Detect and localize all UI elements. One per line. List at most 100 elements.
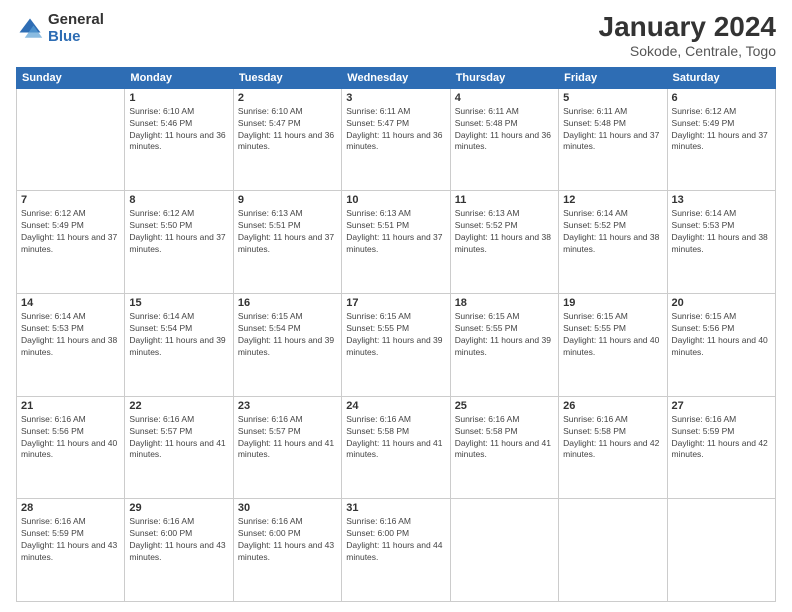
day-cell: 10 Sunrise: 6:13 AMSunset: 5:51 PMDaylig… [342, 191, 450, 294]
day-cell: 16 Sunrise: 6:15 AMSunset: 5:54 PMDaylig… [233, 294, 341, 397]
day-number: 17 [346, 297, 445, 309]
day-cell: 9 Sunrise: 6:13 AMSunset: 5:51 PMDayligh… [233, 191, 341, 294]
day-detail: Sunrise: 6:16 AMSunset: 5:58 PMDaylight:… [455, 414, 554, 462]
day-cell [450, 499, 558, 602]
day-cell: 12 Sunrise: 6:14 AMSunset: 5:52 PMDaylig… [559, 191, 667, 294]
day-detail: Sunrise: 6:16 AMSunset: 5:59 PMDaylight:… [672, 414, 771, 462]
day-cell: 31 Sunrise: 6:16 AMSunset: 6:00 PMDaylig… [342, 499, 450, 602]
day-cell: 18 Sunrise: 6:15 AMSunset: 5:55 PMDaylig… [450, 294, 558, 397]
day-cell: 11 Sunrise: 6:13 AMSunset: 5:52 PMDaylig… [450, 191, 558, 294]
day-cell: 23 Sunrise: 6:16 AMSunset: 5:57 PMDaylig… [233, 396, 341, 499]
day-number: 10 [346, 194, 445, 206]
day-number: 8 [129, 194, 228, 206]
week-row-1: 1 Sunrise: 6:10 AMSunset: 5:46 PMDayligh… [17, 88, 776, 191]
day-detail: Sunrise: 6:16 AMSunset: 5:58 PMDaylight:… [563, 414, 662, 462]
day-detail: Sunrise: 6:11 AMSunset: 5:47 PMDaylight:… [346, 106, 445, 154]
day-cell: 4 Sunrise: 6:11 AMSunset: 5:48 PMDayligh… [450, 88, 558, 191]
day-cell [17, 88, 125, 191]
day-number: 3 [346, 92, 445, 104]
col-thursday: Thursday [450, 67, 558, 88]
day-number: 1 [129, 92, 228, 104]
day-detail: Sunrise: 6:16 AMSunset: 5:57 PMDaylight:… [238, 414, 337, 462]
day-cell: 19 Sunrise: 6:15 AMSunset: 5:55 PMDaylig… [559, 294, 667, 397]
day-number: 24 [346, 400, 445, 412]
day-number: 9 [238, 194, 337, 206]
logo-text: General Blue [48, 12, 104, 45]
day-detail: Sunrise: 6:12 AMSunset: 5:49 PMDaylight:… [21, 208, 120, 256]
day-number: 13 [672, 194, 771, 206]
day-detail: Sunrise: 6:15 AMSunset: 5:55 PMDaylight:… [346, 311, 445, 359]
day-detail: Sunrise: 6:12 AMSunset: 5:49 PMDaylight:… [672, 106, 771, 154]
day-detail: Sunrise: 6:14 AMSunset: 5:52 PMDaylight:… [563, 208, 662, 256]
col-friday: Friday [559, 67, 667, 88]
day-cell: 30 Sunrise: 6:16 AMSunset: 6:00 PMDaylig… [233, 499, 341, 602]
col-wednesday: Wednesday [342, 67, 450, 88]
day-detail: Sunrise: 6:16 AMSunset: 5:56 PMDaylight:… [21, 414, 120, 462]
day-cell [559, 499, 667, 602]
day-cell: 14 Sunrise: 6:14 AMSunset: 5:53 PMDaylig… [17, 294, 125, 397]
day-cell [667, 499, 775, 602]
day-number: 28 [21, 502, 120, 514]
logo-blue-text: Blue [48, 29, 104, 46]
day-detail: Sunrise: 6:15 AMSunset: 5:54 PMDaylight:… [238, 311, 337, 359]
day-detail: Sunrise: 6:15 AMSunset: 5:55 PMDaylight:… [455, 311, 554, 359]
header-row: Sunday Monday Tuesday Wednesday Thursday… [17, 67, 776, 88]
day-detail: Sunrise: 6:16 AMSunset: 6:00 PMDaylight:… [129, 516, 228, 564]
page: General Blue January 2024 Sokode, Centra… [0, 0, 792, 612]
day-number: 23 [238, 400, 337, 412]
logo: General Blue [16, 12, 104, 45]
day-number: 4 [455, 92, 554, 104]
day-detail: Sunrise: 6:14 AMSunset: 5:54 PMDaylight:… [129, 311, 228, 359]
subtitle: Sokode, Centrale, Togo [599, 43, 776, 59]
day-number: 14 [21, 297, 120, 309]
day-number: 30 [238, 502, 337, 514]
day-number: 2 [238, 92, 337, 104]
week-row-4: 21 Sunrise: 6:16 AMSunset: 5:56 PMDaylig… [17, 396, 776, 499]
day-number: 25 [455, 400, 554, 412]
day-detail: Sunrise: 6:12 AMSunset: 5:50 PMDaylight:… [129, 208, 228, 256]
col-saturday: Saturday [667, 67, 775, 88]
day-number: 15 [129, 297, 228, 309]
day-cell: 22 Sunrise: 6:16 AMSunset: 5:57 PMDaylig… [125, 396, 233, 499]
day-cell: 26 Sunrise: 6:16 AMSunset: 5:58 PMDaylig… [559, 396, 667, 499]
week-row-2: 7 Sunrise: 6:12 AMSunset: 5:49 PMDayligh… [17, 191, 776, 294]
day-detail: Sunrise: 6:16 AMSunset: 5:57 PMDaylight:… [129, 414, 228, 462]
day-number: 18 [455, 297, 554, 309]
day-detail: Sunrise: 6:14 AMSunset: 5:53 PMDaylight:… [672, 208, 771, 256]
day-detail: Sunrise: 6:16 AMSunset: 6:00 PMDaylight:… [238, 516, 337, 564]
col-sunday: Sunday [17, 67, 125, 88]
day-number: 21 [21, 400, 120, 412]
day-detail: Sunrise: 6:13 AMSunset: 5:51 PMDaylight:… [346, 208, 445, 256]
day-cell: 5 Sunrise: 6:11 AMSunset: 5:48 PMDayligh… [559, 88, 667, 191]
week-row-3: 14 Sunrise: 6:14 AMSunset: 5:53 PMDaylig… [17, 294, 776, 397]
day-cell: 21 Sunrise: 6:16 AMSunset: 5:56 PMDaylig… [17, 396, 125, 499]
day-cell: 3 Sunrise: 6:11 AMSunset: 5:47 PMDayligh… [342, 88, 450, 191]
day-detail: Sunrise: 6:16 AMSunset: 5:58 PMDaylight:… [346, 414, 445, 462]
day-detail: Sunrise: 6:14 AMSunset: 5:53 PMDaylight:… [21, 311, 120, 359]
col-tuesday: Tuesday [233, 67, 341, 88]
calendar-table: Sunday Monday Tuesday Wednesday Thursday… [16, 67, 776, 602]
day-detail: Sunrise: 6:16 AMSunset: 5:59 PMDaylight:… [21, 516, 120, 564]
week-row-5: 28 Sunrise: 6:16 AMSunset: 5:59 PMDaylig… [17, 499, 776, 602]
day-number: 11 [455, 194, 554, 206]
day-number: 7 [21, 194, 120, 206]
day-cell: 17 Sunrise: 6:15 AMSunset: 5:55 PMDaylig… [342, 294, 450, 397]
logo-icon [16, 15, 44, 43]
day-detail: Sunrise: 6:13 AMSunset: 5:51 PMDaylight:… [238, 208, 337, 256]
day-cell: 1 Sunrise: 6:10 AMSunset: 5:46 PMDayligh… [125, 88, 233, 191]
day-detail: Sunrise: 6:15 AMSunset: 5:55 PMDaylight:… [563, 311, 662, 359]
title-block: January 2024 Sokode, Centrale, Togo [599, 12, 776, 59]
day-cell: 6 Sunrise: 6:12 AMSunset: 5:49 PMDayligh… [667, 88, 775, 191]
day-cell: 25 Sunrise: 6:16 AMSunset: 5:58 PMDaylig… [450, 396, 558, 499]
day-cell: 27 Sunrise: 6:16 AMSunset: 5:59 PMDaylig… [667, 396, 775, 499]
day-number: 20 [672, 297, 771, 309]
day-cell: 8 Sunrise: 6:12 AMSunset: 5:50 PMDayligh… [125, 191, 233, 294]
logo-general-text: General [48, 12, 104, 29]
day-number: 31 [346, 502, 445, 514]
day-detail: Sunrise: 6:10 AMSunset: 5:47 PMDaylight:… [238, 106, 337, 154]
day-detail: Sunrise: 6:11 AMSunset: 5:48 PMDaylight:… [455, 106, 554, 154]
day-cell: 15 Sunrise: 6:14 AMSunset: 5:54 PMDaylig… [125, 294, 233, 397]
col-monday: Monday [125, 67, 233, 88]
day-cell: 2 Sunrise: 6:10 AMSunset: 5:47 PMDayligh… [233, 88, 341, 191]
day-detail: Sunrise: 6:11 AMSunset: 5:48 PMDaylight:… [563, 106, 662, 154]
